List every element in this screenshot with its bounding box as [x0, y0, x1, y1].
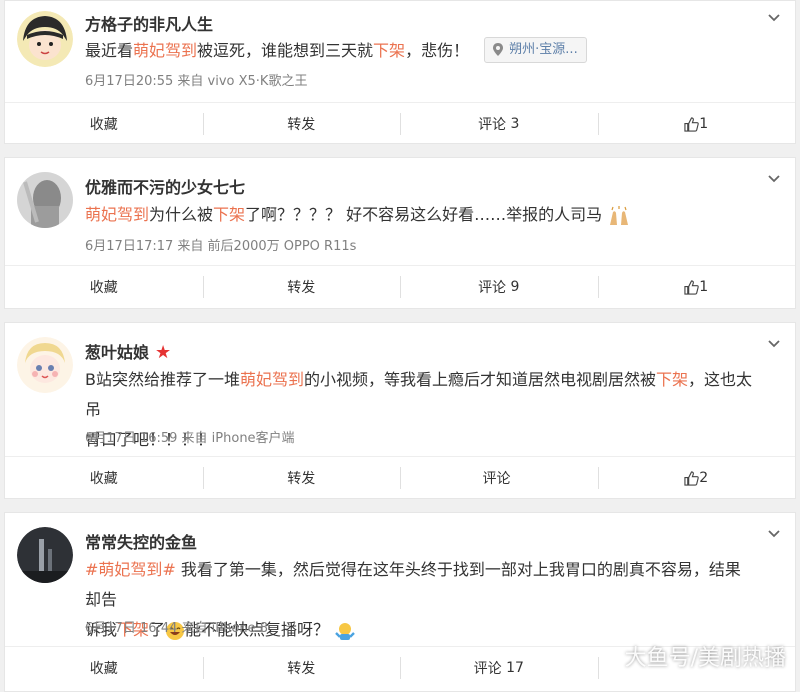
repost-button[interactable]: 转发: [202, 266, 401, 308]
like-count: 1: [699, 116, 709, 132]
praying-hands-emoji-icon: [610, 205, 629, 225]
post-meta: 6月17日17:17 来自 前后2000万 OPPO R11s: [85, 239, 357, 254]
avatar[interactable]: [17, 172, 73, 228]
collect-button[interactable]: 收藏: [5, 266, 203, 308]
comment-button[interactable]: 评论 3: [400, 103, 598, 145]
like-button[interactable]: 2: [597, 457, 796, 499]
action-bar: 收藏 转发 评论 2: [5, 456, 795, 499]
post-text: 最近看萌妃驾到被逗死，谁能想到三天就下架，悲伤！ 朔州·宝源...: [85, 36, 755, 66]
username[interactable]: 常常失控的金鱼: [85, 529, 197, 553]
location-tag[interactable]: 朔州·宝源...: [484, 36, 587, 63]
repost-button[interactable]: 转发: [202, 457, 401, 499]
chevron-down-icon[interactable]: [767, 172, 781, 186]
post-meta: 6月17日 16:44 来自 iPhone 8: [85, 621, 268, 636]
collect-button[interactable]: 收藏: [5, 103, 203, 145]
hashtag-link[interactable]: #萌妃驾到#: [85, 560, 176, 579]
thumbs-up-icon: [684, 470, 700, 486]
repost-button[interactable]: 转发: [202, 103, 401, 145]
keyword-link[interactable]: 萌妃驾到: [85, 205, 149, 224]
comment-count: 9: [510, 279, 520, 295]
keyword-link[interactable]: 下架: [373, 41, 405, 60]
keyword-link[interactable]: 萌妃驾到: [133, 41, 197, 60]
chevron-down-icon[interactable]: [767, 11, 781, 25]
keyword-link[interactable]: 萌妃驾到: [240, 370, 304, 389]
avatar[interactable]: [17, 337, 73, 393]
like-button[interactable]: 1: [597, 103, 796, 145]
thumbs-up-icon: [684, 279, 700, 295]
keyword-link[interactable]: 下架: [656, 370, 688, 389]
post-card: 葱叶姑娘 ★ B站突然给推荐了一堆萌妃驾到的小视频，等我看上瘾后才知道居然电视剧居…: [4, 322, 796, 499]
username[interactable]: 方格子的非凡人生: [85, 11, 213, 35]
collect-button[interactable]: 收藏: [5, 647, 203, 689]
action-bar: 收藏 转发 评论 3 1: [5, 102, 795, 145]
chevron-down-icon[interactable]: [767, 527, 781, 541]
post-meta: 6月17日20:55 来自 vivo X5·K歌之王: [85, 74, 308, 89]
post-card: 方格子的非凡人生 最近看萌妃驾到被逗死，谁能想到三天就下架，悲伤！ 朔州·宝源.…: [4, 0, 796, 144]
shrug-emoji-icon: [335, 622, 356, 640]
comment-button[interactable]: 评论: [400, 457, 598, 499]
like-button[interactable]: 1: [597, 266, 796, 308]
chevron-down-icon[interactable]: [767, 337, 781, 351]
location-label: 朔州·宝源...: [509, 41, 578, 57]
location-pin-icon: [493, 43, 504, 56]
watermark: 大鱼号/美剧热播: [624, 646, 786, 671]
comment-count: 17: [506, 660, 524, 676]
keyword-link[interactable]: 下架: [213, 205, 245, 224]
repost-button[interactable]: 转发: [202, 647, 401, 689]
comment-count: 3: [510, 116, 520, 132]
comment-button[interactable]: 评论 9: [400, 266, 598, 308]
collect-button[interactable]: 收藏: [5, 457, 203, 499]
post-text: 萌妃驾到为什么被下架了啊？？？？ 好不容易这么好看……举报的人司马: [85, 200, 755, 230]
thumbs-up-icon: [684, 116, 700, 132]
post-card: 优雅而不污的少女七七 萌妃驾到为什么被下架了啊？？？？ 好不容易这么好看……举报…: [4, 157, 796, 309]
like-count: 2: [699, 470, 709, 486]
vip-star-icon: ★: [155, 342, 172, 363]
comment-button[interactable]: 评论 17: [400, 647, 598, 689]
username[interactable]: 优雅而不污的少女七七: [85, 174, 245, 198]
like-count: 1: [699, 279, 709, 295]
action-bar: 收藏 转发 评论 9 1: [5, 265, 795, 308]
post-meta: 6月17日 16:59 来自 iPhone客户端: [85, 431, 295, 446]
avatar[interactable]: [17, 527, 73, 583]
avatar[interactable]: [17, 11, 73, 67]
username[interactable]: 葱叶姑娘 ★: [85, 339, 171, 363]
